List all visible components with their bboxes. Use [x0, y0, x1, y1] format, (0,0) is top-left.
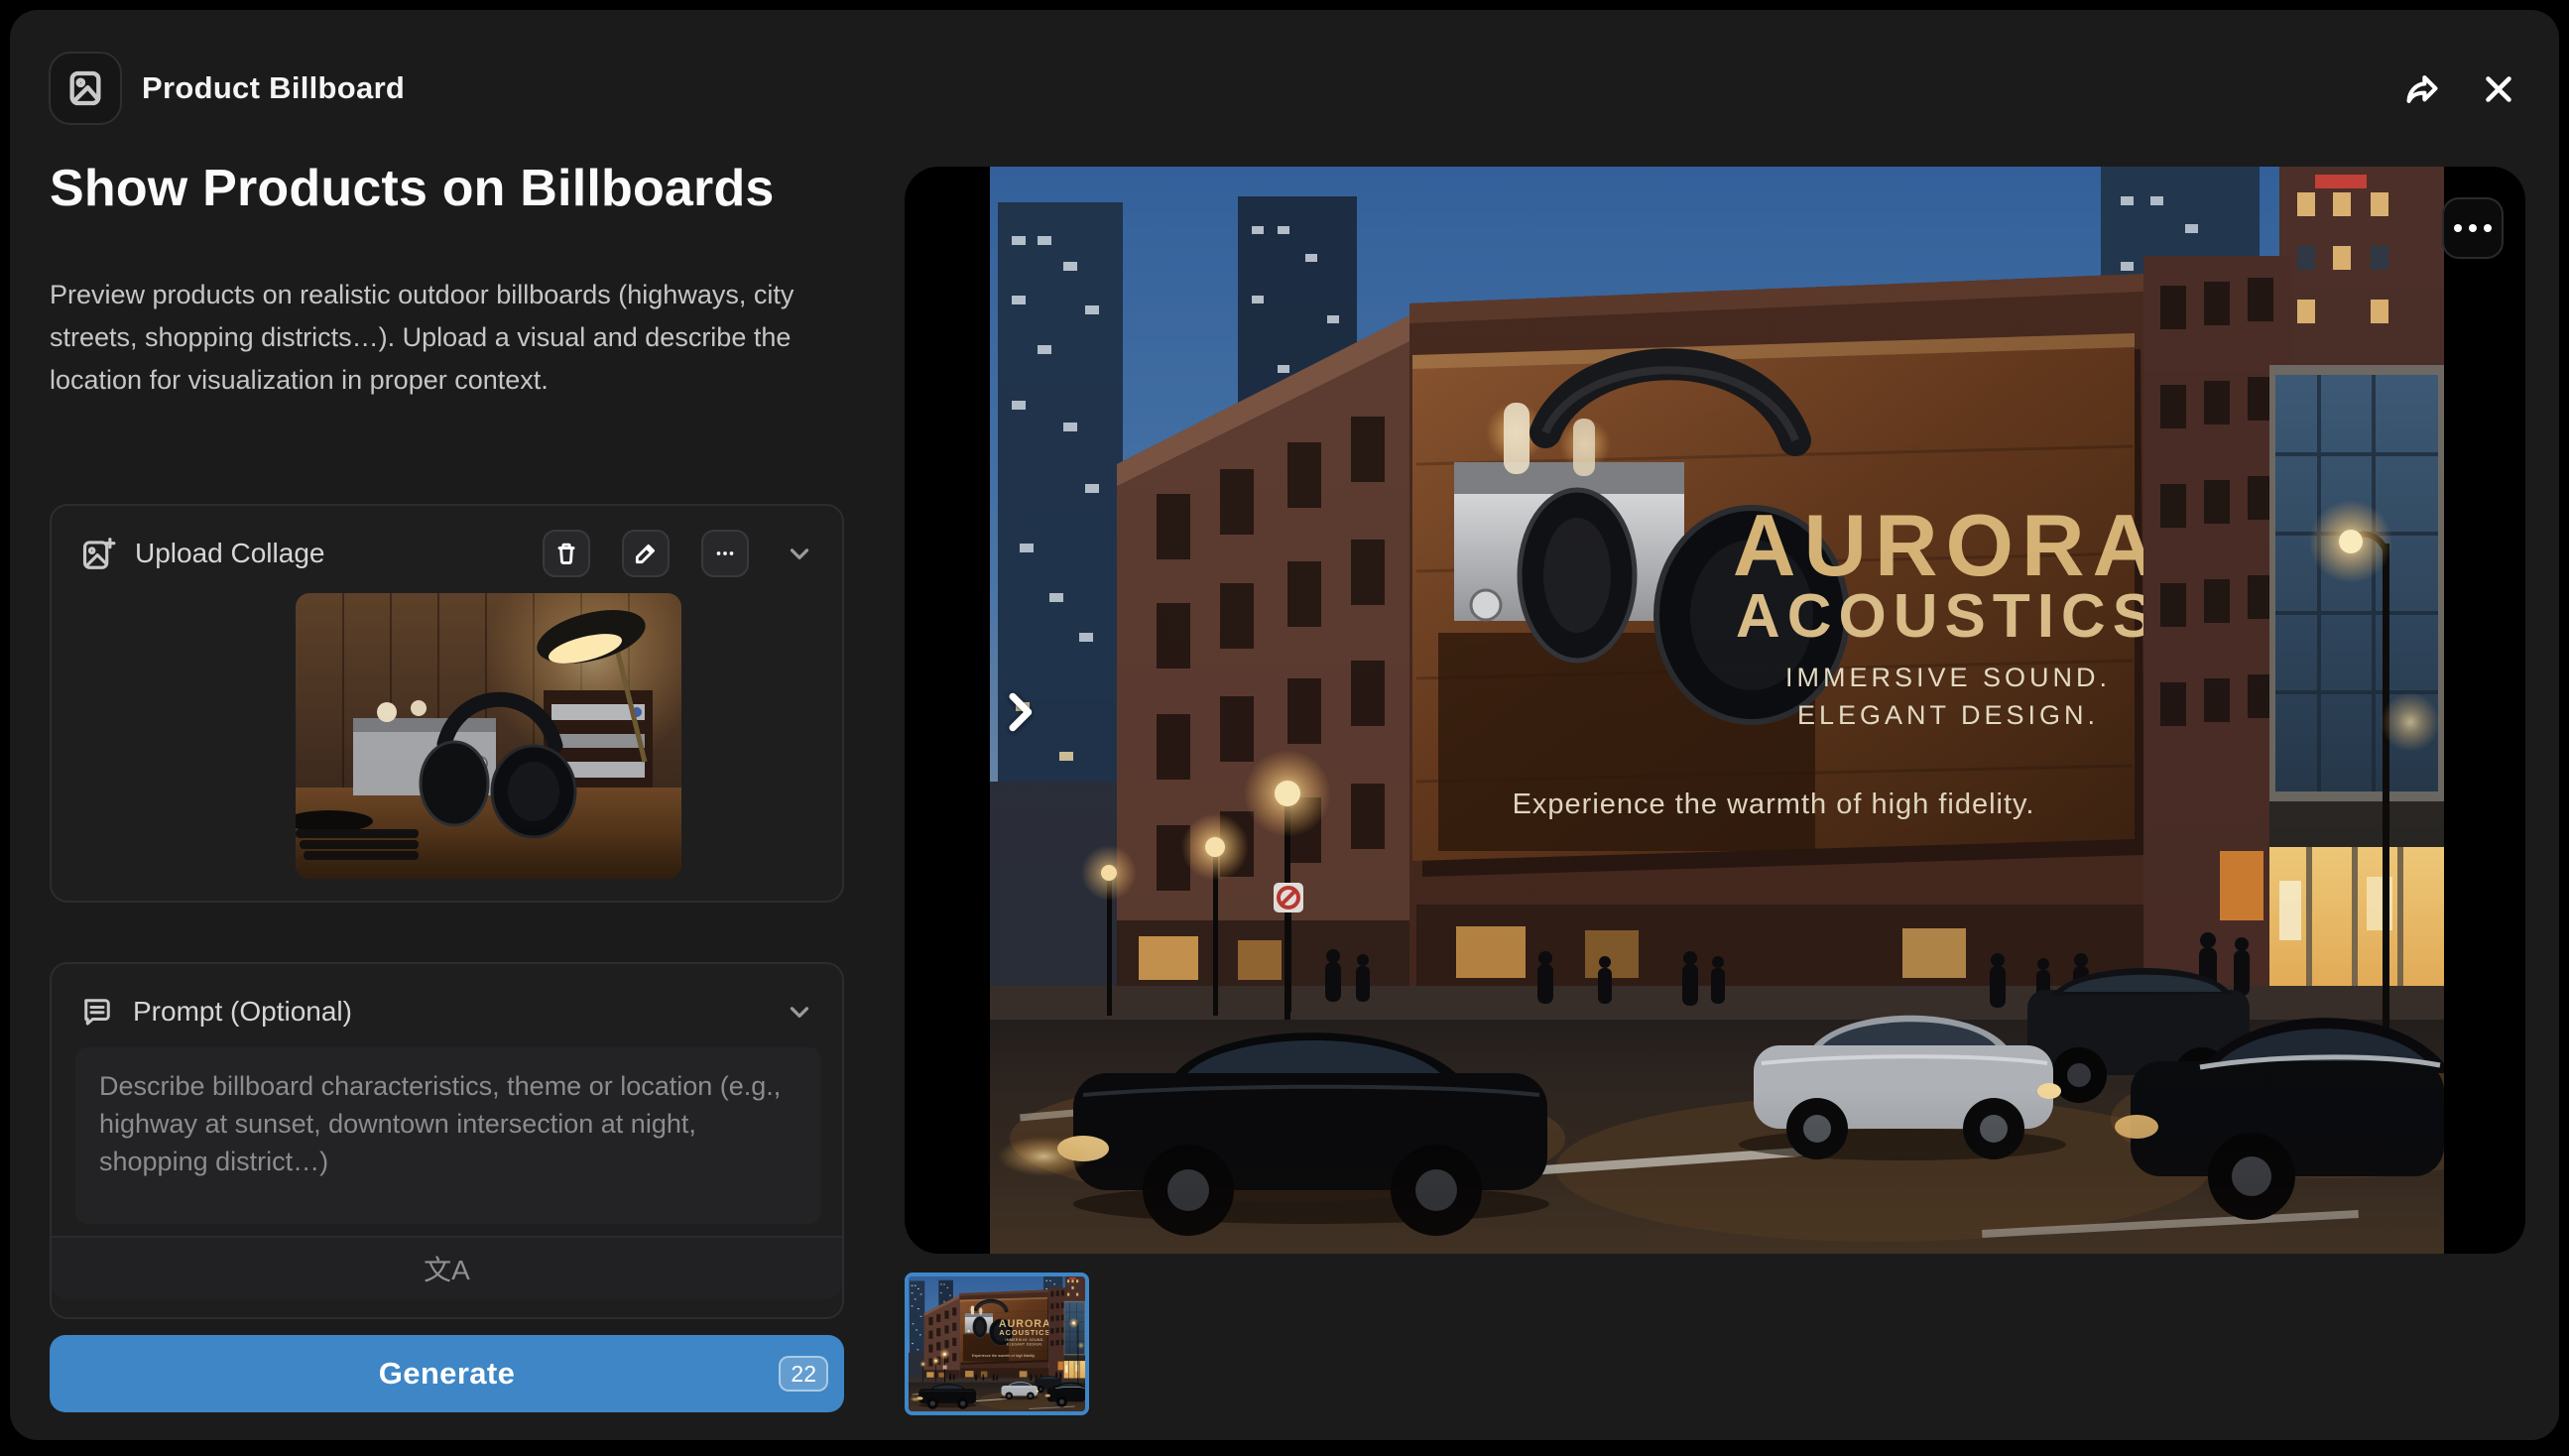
close-button[interactable]: [2473, 63, 2524, 115]
generated-billboard-image[interactable]: [990, 167, 2444, 1254]
uploaded-collage-thumbnail[interactable]: [296, 593, 681, 879]
app-icon-tile: [49, 52, 122, 125]
upload-card-header[interactable]: Upload Collage: [52, 506, 842, 601]
upload-collapse-toggle[interactable]: [785, 539, 814, 568]
share-button[interactable]: [2396, 63, 2448, 115]
preview-canvas: [905, 167, 2525, 1254]
chevron-right-icon: [1005, 691, 1035, 733]
translate-prompt-button[interactable]: 文A: [52, 1236, 842, 1299]
ellipsis-icon: [2454, 224, 2462, 232]
upload-card-title: Upload Collage: [135, 538, 324, 569]
prompt-collapse-toggle[interactable]: [785, 997, 814, 1027]
pencil-icon: [633, 541, 659, 566]
product-billboard-modal: Product Billboard Show Products on Billb…: [10, 10, 2559, 1440]
next-image-button[interactable]: [996, 688, 1043, 736]
prompt-chat-icon: [79, 994, 115, 1030]
result-thumbnail-selected[interactable]: [905, 1273, 1089, 1415]
trash-icon: [553, 541, 579, 566]
ellipsis-icon: [2469, 224, 2477, 232]
result-thumbnail-image: [909, 1276, 1085, 1411]
window-title: Product Billboard: [142, 52, 405, 125]
share-icon: [2403, 70, 2441, 108]
close-icon: [2481, 71, 2516, 107]
uploaded-collage-image: [296, 593, 681, 879]
chevron-down-icon: [785, 539, 814, 568]
prompt-card-header[interactable]: Prompt (Optional): [52, 964, 842, 1059]
preview-more-options-button[interactable]: [2442, 197, 2504, 259]
prompt-card-title: Prompt (Optional): [133, 996, 352, 1028]
ellipsis-icon: [712, 541, 738, 566]
ellipsis-icon: [2484, 224, 2492, 232]
delete-upload-button[interactable]: [543, 530, 590, 577]
credit-cost-badge: 22: [779, 1356, 828, 1392]
image-icon: [65, 68, 105, 108]
generate-button[interactable]: Generate 22: [50, 1335, 844, 1412]
upload-more-options-button[interactable]: [701, 530, 749, 577]
page-title: Show Products on Billboards: [50, 159, 823, 218]
edit-upload-button[interactable]: [622, 530, 670, 577]
prompt-input[interactable]: [75, 1047, 821, 1224]
translate-icon: 文A: [424, 1249, 470, 1288]
chevron-down-icon: [785, 997, 814, 1027]
generate-label: Generate: [379, 1356, 516, 1392]
page-description: Preview products on realistic outdoor bi…: [50, 274, 843, 402]
upload-collage-card: Upload Collage: [50, 504, 844, 903]
result-thumbnail-strip: [905, 1273, 1089, 1415]
image-plus-icon: [79, 535, 117, 572]
prompt-card: Prompt (Optional) 文A: [50, 962, 844, 1319]
